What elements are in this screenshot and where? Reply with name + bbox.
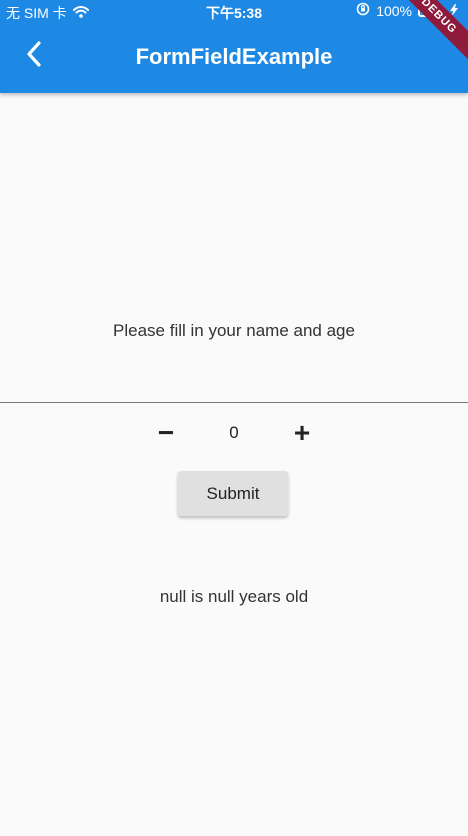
- decrement-button[interactable]: −: [148, 417, 184, 448]
- increment-button[interactable]: +: [284, 417, 320, 448]
- app-title: FormFieldExample: [135, 44, 333, 69]
- stepper-value: 0: [229, 423, 239, 442]
- battery-percent: 100%: [376, 2, 412, 19]
- age-stepper: − 0 +: [0, 417, 468, 448]
- app-bar: FormFieldExample: [0, 22, 468, 93]
- name-field-underline: [0, 402, 468, 403]
- submit-button[interactable]: Submit: [178, 471, 288, 516]
- form-helper-text: Please fill in your name and age: [113, 321, 355, 340]
- top-bar: 无 SIM 卡 下午5:38 100% FormFieldExample DEB…: [0, 0, 468, 93]
- status-bar: 无 SIM 卡 下午5:38 100%: [0, 0, 468, 22]
- result-text: null is null years old: [159, 587, 309, 606]
- orientation-lock-icon: [356, 2, 370, 19]
